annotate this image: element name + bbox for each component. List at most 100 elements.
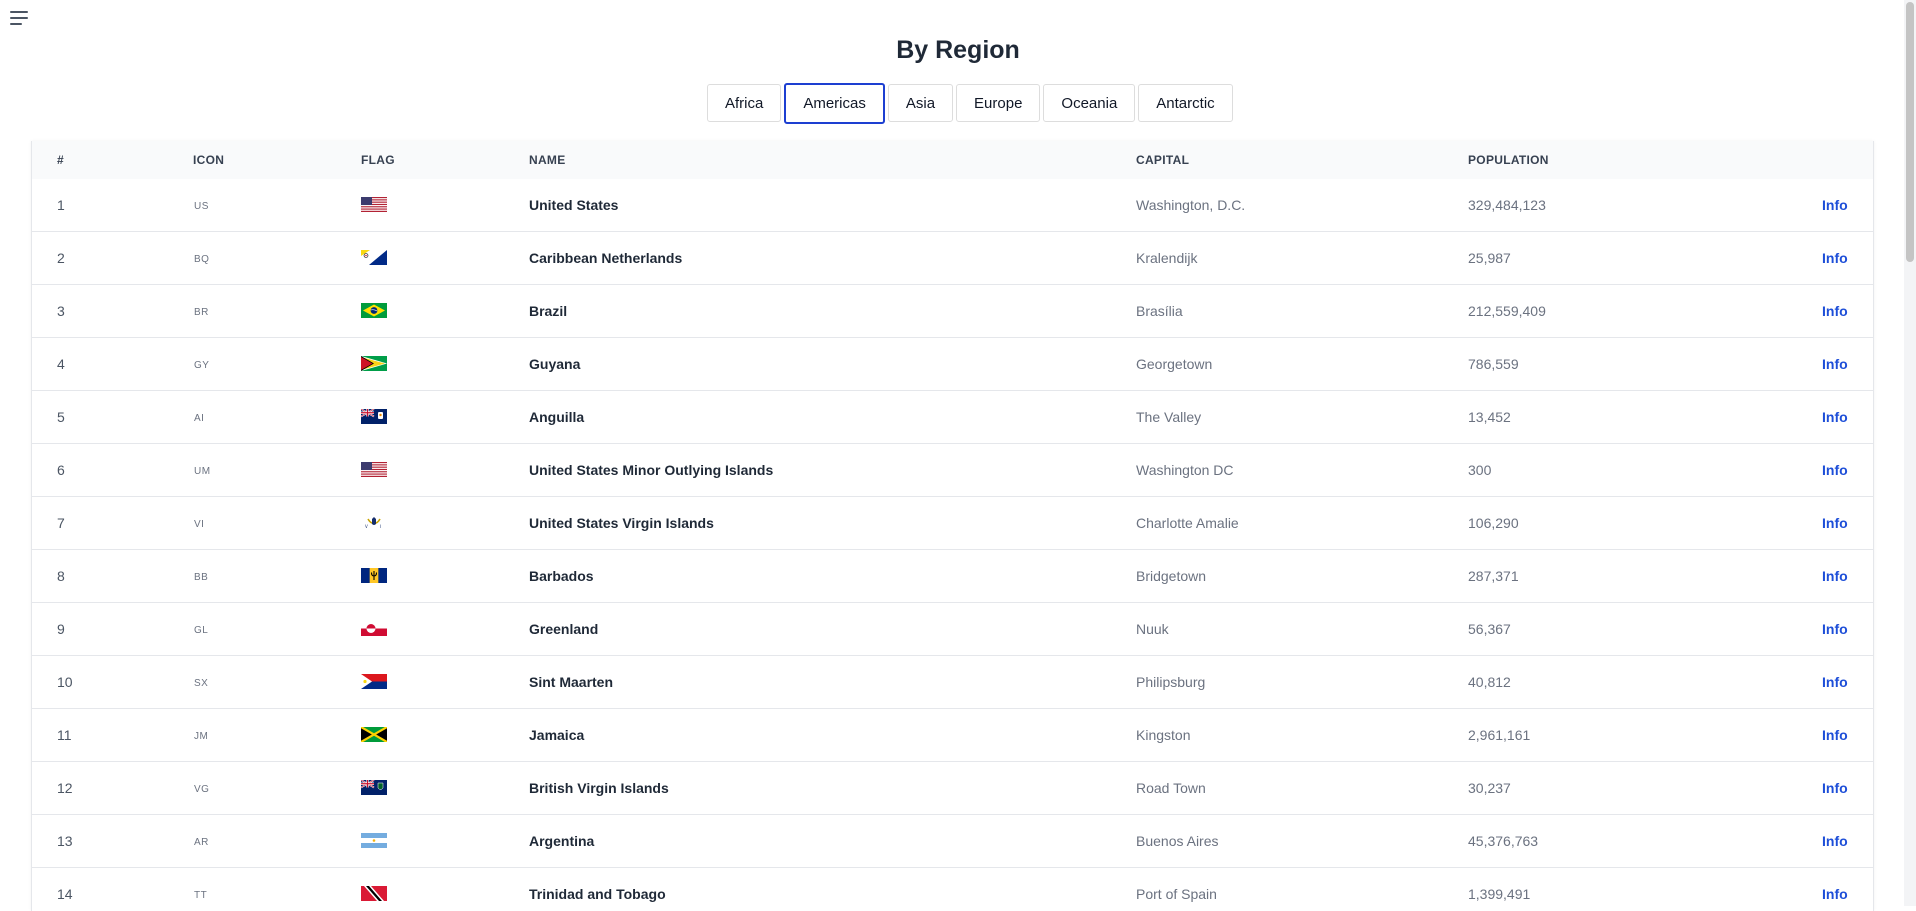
table-row: 13 AR Argentina Buenos Aires 45,376,763 Info — [32, 815, 1873, 868]
table-row: 2 BQ Caribbean Netherlands Kralendijk 25,987… — [32, 232, 1873, 285]
header-num: # — [57, 153, 64, 167]
country-code: BR — [194, 307, 209, 318]
country-code: AR — [194, 837, 209, 848]
row-number: 14 — [57, 886, 73, 902]
info-link[interactable]: Info — [1822, 197, 1848, 213]
country-name: Jamaica — [529, 727, 585, 743]
country-code: US — [194, 201, 209, 212]
country-code: GL — [194, 625, 209, 636]
country-name: Greenland — [529, 621, 599, 637]
country-code: GY — [194, 360, 210, 371]
tab-asia[interactable]: Asia — [887, 84, 954, 122]
countries-table: # ICON FLAG NAME CAPITAL POPULATION 1 US U… — [31, 141, 1874, 911]
country-code: BB — [194, 572, 209, 583]
country-capital: Washington, D.C. — [1136, 197, 1246, 213]
tab-europe[interactable]: Europe — [956, 84, 1041, 122]
row-number: 2 — [57, 250, 65, 266]
header-icon: ICON — [193, 153, 225, 167]
table-row: 7 VI V I United States Virgin Islands Charlot… — [32, 497, 1873, 550]
tab-americas[interactable]: Americas — [784, 82, 885, 124]
info-link[interactable]: Info — [1822, 621, 1848, 637]
country-capital: Charlotte Amalie — [1136, 515, 1239, 531]
row-number: 10 — [57, 674, 73, 690]
country-capital: Georgetown — [1136, 356, 1213, 372]
country-population: 13,452 — [1468, 409, 1511, 425]
flag-icon — [361, 621, 387, 636]
country-population: 45,376,763 — [1468, 833, 1539, 849]
info-link[interactable]: Info — [1822, 409, 1848, 425]
country-code: BQ — [194, 254, 210, 265]
country-capital: Kralendijk — [1136, 250, 1198, 266]
table-row: 8 BB Barbados Bridgetown 287,371 Info — [32, 550, 1873, 603]
country-population: 212,559,409 — [1468, 303, 1546, 319]
flag-icon — [361, 674, 387, 689]
table-row: 3 BR Brazil Brasília 212,559,409 Info — [32, 285, 1873, 338]
row-number: 6 — [57, 462, 65, 478]
header-population: POPULATION — [1468, 153, 1549, 167]
info-link[interactable]: Info — [1822, 303, 1848, 319]
country-population: 1,399,491 — [1468, 886, 1531, 902]
tab-oceania[interactable]: Oceania — [1043, 84, 1136, 122]
header-flag: FLAG — [361, 153, 395, 167]
flag-icon — [361, 462, 387, 477]
country-name: United States — [529, 197, 619, 213]
country-capital: Port of Spain — [1136, 886, 1217, 902]
tab-africa[interactable]: Africa — [707, 84, 782, 122]
table-body: 1 US United States Washington, D.C. 329,484,… — [32, 179, 1873, 911]
country-capital: Road Town — [1136, 780, 1206, 796]
info-link[interactable]: Info — [1822, 780, 1848, 796]
page-scrollbar[interactable] — [1904, 0, 1916, 906]
table-row: 11 JM Jamaica Kingston 2,961,161 Info — [32, 709, 1873, 762]
country-name: Barbados — [529, 568, 594, 584]
info-link[interactable]: Info — [1822, 462, 1848, 478]
row-number: 13 — [57, 833, 73, 849]
country-capital: Buenos Aires — [1136, 833, 1219, 849]
country-name: Guyana — [529, 356, 581, 372]
row-number: 9 — [57, 621, 65, 637]
country-population: 40,812 — [1468, 674, 1511, 690]
flag-icon — [361, 303, 387, 318]
info-link[interactable]: Info — [1822, 833, 1848, 849]
country-capital: Bridgetown — [1136, 568, 1207, 584]
info-link[interactable]: Info — [1822, 515, 1848, 531]
country-code: VI — [194, 519, 205, 530]
page-title: By Region — [896, 36, 1020, 64]
hamburger-menu-icon[interactable] — [8, 6, 32, 30]
svg-text:V: V — [365, 524, 368, 529]
row-number: 3 — [57, 303, 65, 319]
country-code: TT — [194, 890, 208, 901]
table-row: 14 TT Trinidad and Tobago Port of Spain 1,39… — [32, 868, 1873, 911]
country-population: 300 — [1468, 462, 1492, 478]
region-tabs: Africa Americas Asia Europe Oceania Antarctic — [707, 82, 1233, 124]
flag-icon — [361, 250, 387, 265]
flag-icon — [361, 568, 387, 583]
country-code: JM — [194, 731, 209, 742]
info-link[interactable]: Info — [1822, 568, 1848, 584]
info-link[interactable]: Info — [1822, 674, 1848, 690]
table-row: 4 GY Guyana Georgetown 786,559 Info — [32, 338, 1873, 391]
country-population: 2,961,161 — [1468, 727, 1531, 743]
country-name: British Virgin Islands — [529, 780, 669, 796]
country-code: SX — [194, 678, 209, 689]
country-name: Sint Maarten — [529, 674, 614, 690]
row-number: 12 — [57, 780, 73, 796]
country-capital: Philipsburg — [1136, 674, 1206, 690]
tab-antarctic[interactable]: Antarctic — [1138, 84, 1233, 122]
country-population: 56,367 — [1468, 621, 1511, 637]
table-row: 1 US United States Washington, D.C. 329,484,… — [32, 179, 1873, 232]
table-row: 10 SX Sint Maarten Philipsburg 40,812 Info — [32, 656, 1873, 709]
country-capital: Kingston — [1136, 727, 1191, 743]
flag-icon — [361, 197, 387, 212]
info-link[interactable]: Info — [1822, 356, 1848, 372]
scrollbar-thumb[interactable] — [1906, 2, 1914, 262]
info-link[interactable]: Info — [1822, 727, 1848, 743]
country-population: 329,484,123 — [1468, 197, 1546, 213]
flag-icon — [361, 886, 387, 901]
country-code: VG — [194, 784, 210, 795]
country-name: Caribbean Netherlands — [529, 250, 683, 266]
country-name: Anguilla — [529, 409, 585, 425]
table-row: 5 AI Anguilla The Valley 13,452 Info — [32, 391, 1873, 444]
info-link[interactable]: Info — [1822, 250, 1848, 266]
country-population: 287,371 — [1468, 568, 1519, 584]
info-link[interactable]: Info — [1822, 886, 1848, 902]
